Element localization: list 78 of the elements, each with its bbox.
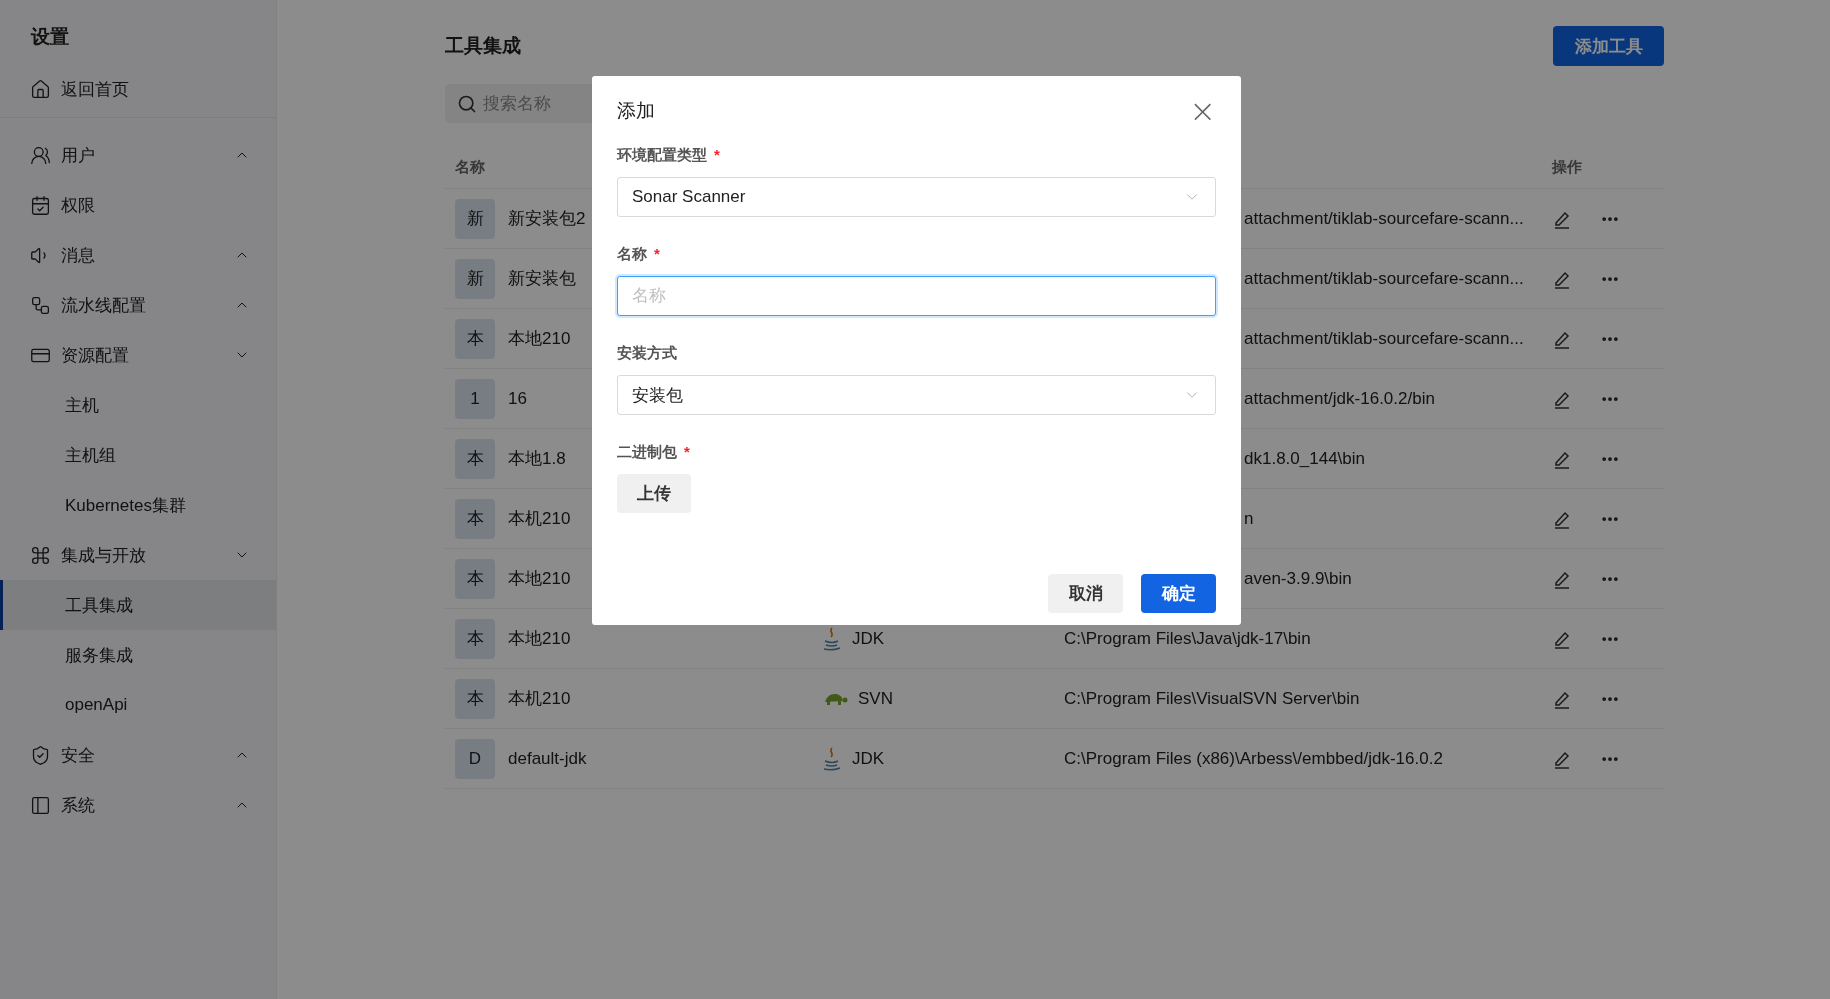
tool-path: attachment/tiklab-sourcefare-scann... [1244,328,1524,349]
upload-button[interactable]: 上传 [617,474,691,513]
avatar-initial: 新 [455,198,495,239]
sidebar-title: 设置 [29,25,70,49]
confirm-button[interactable]: 确定 [1141,574,1216,613]
coffee-cup-icon [822,626,842,651]
close-button[interactable]: × [1189,95,1216,127]
home-icon [30,79,51,100]
sidebar-subitem[interactable]: 主机 [0,380,276,430]
sidebar-item[interactable]: 用户 [0,130,276,180]
coffee-cup-icon [822,746,842,771]
nodes-icon [30,294,51,316]
column-header: 名称 [454,158,486,177]
sidebar-subitem[interactable]: 主机组 [0,430,276,480]
tool-name: default-jdk [508,748,587,769]
tool-path: C:\Program Files (x86)\Arbess\/embbed/jdk-16.0.2 [1064,748,1443,769]
field-label: 二进制包 [617,443,677,462]
tool-name: 本地210 [508,628,571,650]
tool-path: aven-3.9.9\bin [1244,568,1352,589]
field-label: 安装方式 [617,344,677,363]
required-mark: * [684,443,690,462]
tool-path: n [1244,508,1254,529]
tool-path: attachment/tiklab-sourcefare-scann... [1244,208,1524,229]
field-label: 环境配置类型 [617,146,707,165]
avatar-initial: 本 [455,498,495,539]
field-label: 名称 [617,245,647,264]
tool-path: C:\Program Files\VisualSVN Server\bin [1064,688,1360,709]
dialog-title: 添加 [617,99,655,123]
tool-path: C:\Program Files\Java\jdk-17\bin [1064,628,1311,649]
tool-name: 本地210 [508,328,571,350]
sidebar-item[interactable]: 系统 [0,780,276,830]
required-mark: * [654,245,660,264]
tool-path: attachment/tiklab-sourcefare-scann... [1244,268,1524,289]
name-input[interactable]: 名称 [617,276,1216,316]
layout-icon [30,794,51,816]
sidebar-item[interactable]: 安全 [0,730,276,780]
search-icon [457,93,477,114]
sidebar-subitem[interactable]: Kubernetes集群 [0,480,276,530]
tool-name: 16 [508,388,527,409]
sidebar-item[interactable]: 集成与开放 [0,530,276,580]
avatar-initial: 本 [455,318,495,359]
avatar-initial: 本 [455,438,495,479]
tool-name: 本机210 [508,508,571,530]
tool-type: SVN [858,688,893,709]
users-icon [30,144,51,166]
avatar-initial: 本 [455,618,495,659]
avatar-initial: 本 [455,558,495,599]
tool-path: attachment/jdk-16.0.2/bin [1244,388,1435,409]
tool-name: 本地210 [508,568,571,590]
sidebar-item[interactable]: 权限 [0,180,276,230]
sidebar-item[interactable]: 消息 [0,230,276,280]
column-header: 操作 [1552,158,1583,177]
command-icon [30,544,51,566]
tool-name: 本地1.8 [508,448,566,470]
avatar-initial: D [455,738,495,779]
home-link[interactable]: 返回首页 [0,62,276,118]
cancel-button[interactable]: 取消 [1048,574,1123,613]
required-mark: * [714,146,720,165]
avatar-initial: 新 [455,258,495,299]
calendar-icon [30,194,51,216]
page-title: 工具集成 [445,34,521,58]
tool-type: JDK [852,628,885,649]
avatar-initial: 1 [455,378,495,419]
tool-path: dk1.8.0_144\bin [1244,448,1365,469]
add-tool-button[interactable]: 添加工具 [1553,26,1664,66]
select-field[interactable]: Sonar Scanner [617,177,1216,217]
avatar-initial: 本 [455,678,495,719]
sidebar-subitem[interactable]: 服务集成 [0,630,276,680]
shield-icon [30,744,51,766]
sidebar-subitem[interactable]: 工具集成 [0,580,276,630]
tool-name: 新安装包 [508,268,576,290]
tool-name: 本机210 [508,688,571,710]
sidebar-item[interactable]: 资源配置 [0,330,276,380]
tool-name: 新安装包2 [508,208,586,230]
sidebar-subitem[interactable]: openApi [0,680,276,730]
select-field[interactable]: 安装包 [617,375,1216,415]
sidebar-item[interactable]: 流水线配置 [0,280,276,330]
tool-type: JDK [852,748,885,769]
